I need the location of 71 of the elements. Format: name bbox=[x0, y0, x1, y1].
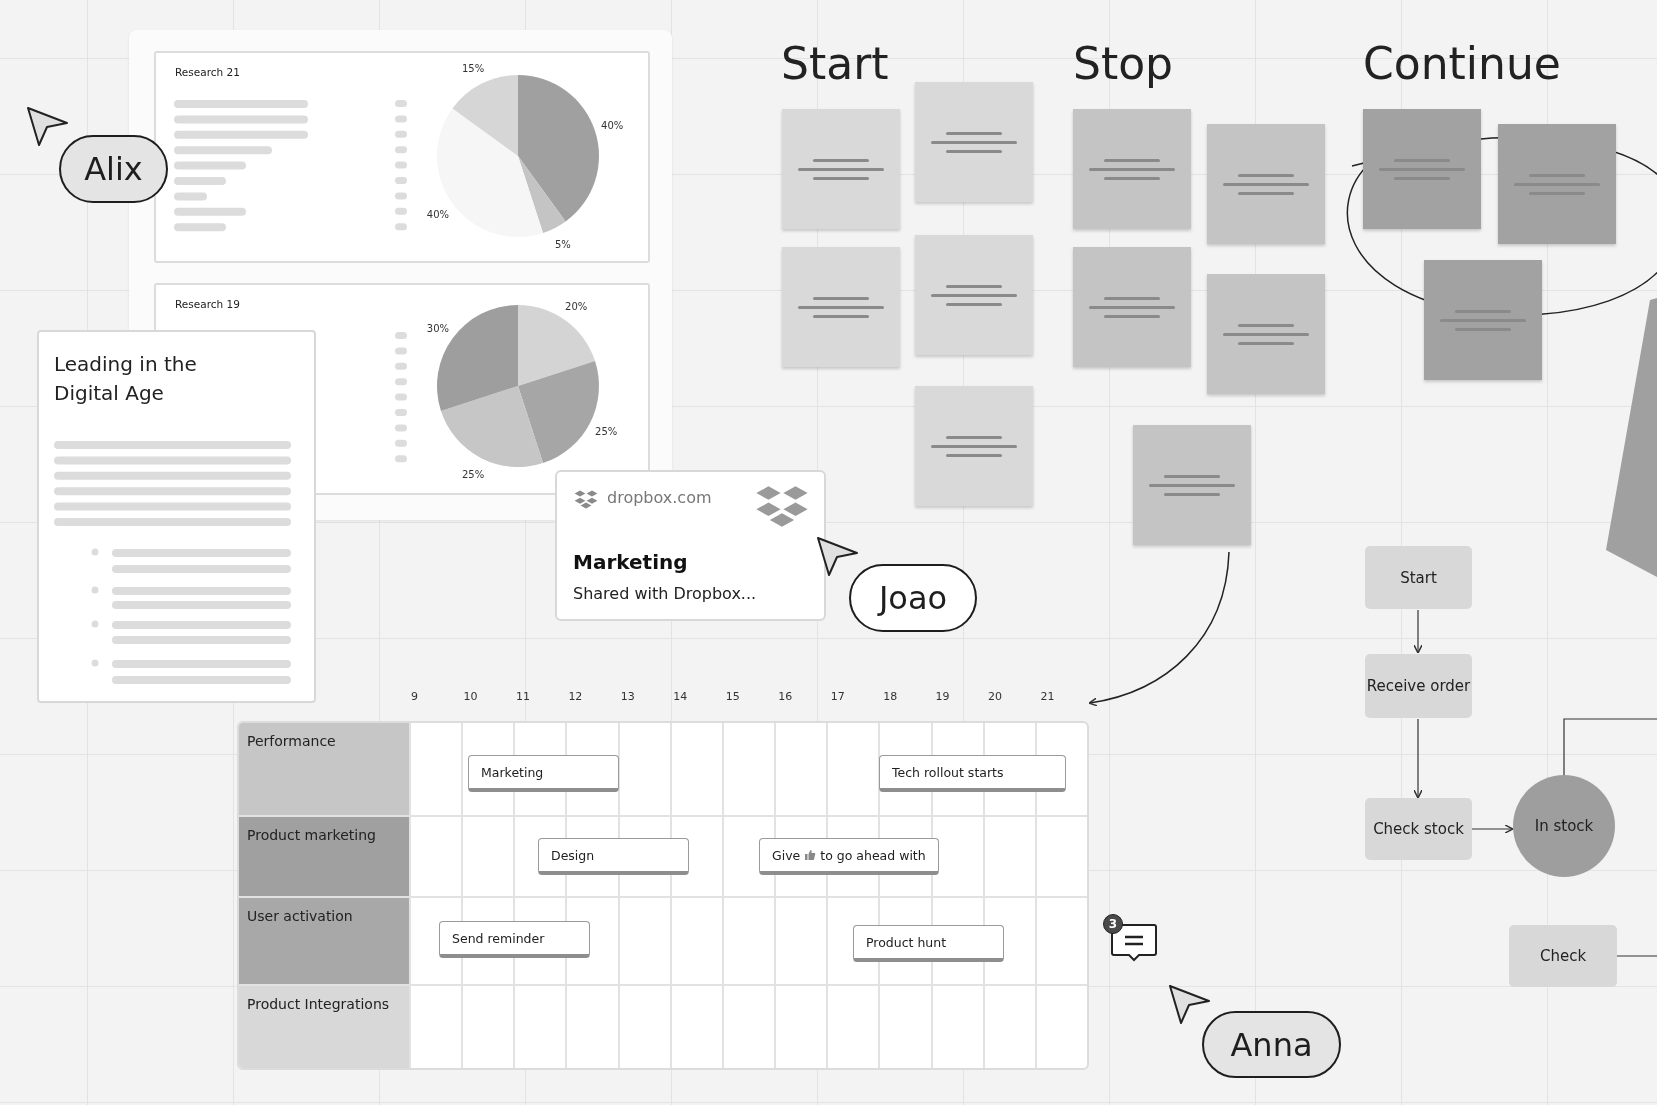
document-title: Leading in the Digital Age bbox=[54, 351, 198, 407]
sticky-note[interactable] bbox=[782, 109, 900, 229]
column-label: 18 bbox=[882, 690, 899, 705]
event-card[interactable]: Product hunt bbox=[853, 925, 1004, 962]
sticky-note[interactable] bbox=[1207, 274, 1325, 394]
event-card[interactable]: Marketing bbox=[468, 755, 619, 792]
sticky-note[interactable] bbox=[915, 386, 1033, 506]
dropbox-icon bbox=[574, 490, 598, 511]
event-card[interactable]: Tech rollout starts bbox=[879, 755, 1066, 792]
link-title: Marketing bbox=[573, 550, 688, 574]
count-badge: 3 bbox=[1103, 914, 1123, 934]
process-node[interactable]: Check stock bbox=[1365, 798, 1472, 860]
process-node[interactable]: Check bbox=[1509, 925, 1617, 987]
event-card[interactable]: Design bbox=[538, 838, 689, 875]
value-label: 15% bbox=[461, 62, 485, 74]
value-label: 5% bbox=[555, 239, 571, 251]
process-node[interactable]: Start bbox=[1365, 546, 1472, 609]
sticky-note[interactable] bbox=[1498, 124, 1616, 244]
circle-node[interactable]: In stock bbox=[1513, 775, 1615, 877]
row-label: Product marketing bbox=[239, 817, 409, 896]
flow-line bbox=[1616, 955, 1657, 957]
column-label: 12 bbox=[567, 690, 584, 705]
column-label: 17 bbox=[829, 690, 846, 705]
link-subtitle: Shared with Dropbox... bbox=[573, 584, 757, 603]
value-label: 25% bbox=[595, 425, 618, 437]
collaborator-label: Alix bbox=[59, 135, 168, 203]
link-domain: dropbox.com bbox=[607, 488, 712, 507]
column-heading: Continue bbox=[1363, 38, 1561, 89]
value-label: 40% bbox=[426, 209, 449, 221]
cursor-icon bbox=[815, 535, 859, 579]
sticky-note[interactable] bbox=[1207, 124, 1325, 244]
column-heading: Stop bbox=[1073, 38, 1174, 89]
column-label: 14 bbox=[672, 690, 689, 705]
column-label: 21 bbox=[1039, 690, 1056, 705]
value-label: 30% bbox=[426, 322, 449, 334]
column-label: 19 bbox=[934, 690, 951, 705]
sticky-note[interactable] bbox=[782, 247, 900, 367]
card-title: Research 21 bbox=[175, 66, 240, 78]
row-label: User activation bbox=[239, 898, 409, 984]
column-label: 20 bbox=[987, 690, 1004, 705]
column-label: 13 bbox=[619, 690, 636, 705]
sticky-note[interactable] bbox=[1133, 425, 1251, 545]
column-label: 11 bbox=[514, 690, 531, 705]
sticky-note[interactable] bbox=[1073, 247, 1191, 367]
sticky-note[interactable] bbox=[915, 235, 1033, 355]
column-label: 9 bbox=[410, 690, 419, 705]
value-label: 40% bbox=[601, 120, 624, 132]
collaborator-label: Anna bbox=[1202, 1011, 1341, 1078]
sticky-note[interactable] bbox=[1363, 109, 1481, 229]
column-label: 16 bbox=[777, 690, 794, 705]
collaborator-label: Joao bbox=[849, 564, 977, 632]
row-label: Product Integrations bbox=[239, 986, 409, 1068]
card-title: Research 19 bbox=[175, 298, 240, 310]
link-card[interactable]: dropbox.com Marketing Shared with Dropbox... bbox=[555, 470, 826, 621]
event-card[interactable]: Give to go ahead with bbox=[759, 838, 939, 875]
sticky-note[interactable] bbox=[1424, 260, 1542, 380]
column-label: 15 bbox=[724, 690, 741, 705]
column-label: 10 bbox=[462, 690, 479, 705]
flow-arrow bbox=[1471, 824, 1514, 834]
event-card[interactable]: Send reminder bbox=[439, 921, 590, 958]
row-label: Performance bbox=[239, 723, 409, 815]
value-label: 20% bbox=[565, 300, 588, 312]
value-label: 25% bbox=[461, 469, 485, 481]
flow-arrow bbox=[1413, 609, 1423, 654]
process-node[interactable]: Receive order bbox=[1365, 654, 1472, 718]
thumbs-up-icon bbox=[804, 849, 817, 861]
cursor-icon bbox=[25, 105, 69, 149]
sticky-note[interactable] bbox=[915, 82, 1033, 202]
column-heading: Start bbox=[781, 38, 889, 89]
sticky-note[interactable] bbox=[1073, 109, 1191, 229]
cursor-icon bbox=[1167, 983, 1211, 1027]
